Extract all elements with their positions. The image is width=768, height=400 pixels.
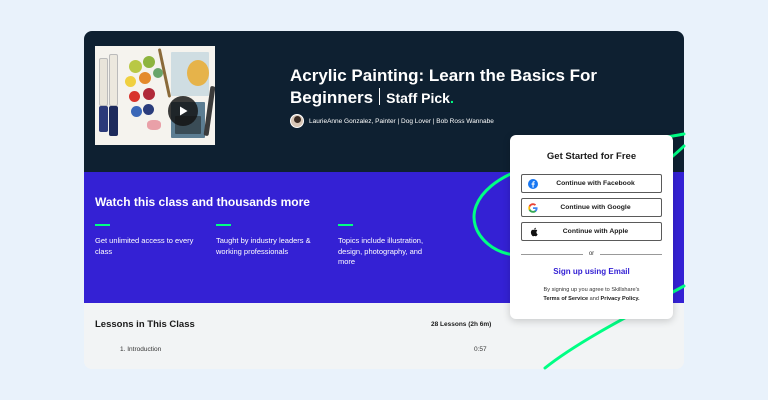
signup-panel: Get Started for Free Continue with Faceb…	[510, 135, 673, 319]
continue-apple-button[interactable]: Continue with Apple	[521, 222, 662, 241]
feature-topics: Topics include illustration, design, pho…	[338, 224, 438, 268]
privacy-policy-link[interactable]: Privacy Policy.	[601, 296, 640, 302]
lessons-title: Lessons in This Class	[95, 319, 195, 330]
terms-and: and	[589, 295, 599, 302]
promo-title: Watch this class and thousands more	[95, 195, 310, 209]
feature-accent-bar	[216, 224, 231, 226]
staff-pick-dot: .	[449, 90, 454, 106]
signup-title: Get Started for Free	[546, 151, 637, 162]
class-thumbnail[interactable]	[95, 46, 215, 145]
terms-prefix: By signing up you agree to Skillshare's	[543, 287, 640, 293]
feature-text: Taught by industry leaders & working pro…	[216, 236, 311, 256]
continue-apple-label: Continue with Apple	[562, 228, 629, 235]
teacher-name[interactable]: LaurieAnne Gonzalez, Painter | Dog Lover…	[309, 118, 494, 125]
feature-accent-bar	[338, 224, 353, 226]
continue-facebook-button[interactable]: Continue with Facebook	[521, 174, 662, 193]
facebook-icon	[528, 179, 538, 189]
class-title: Acrylic Painting: Learn the Basics For B…	[290, 65, 620, 109]
continue-facebook-label: Continue with Facebook	[556, 180, 635, 187]
feature-teachers: Taught by industry leaders & working pro…	[216, 224, 316, 257]
google-icon	[528, 203, 538, 213]
feature-text: Get unlimited access to every class	[95, 236, 194, 256]
lesson-item-duration: 0:57	[474, 346, 487, 353]
feature-unlimited: Get unlimited access to every class	[95, 224, 195, 257]
play-icon[interactable]	[168, 96, 198, 126]
lessons-count: 28 Lessons (2h 6m)	[431, 321, 492, 328]
continue-google-button[interactable]: Continue with Google	[521, 198, 662, 217]
continue-google-label: Continue with Google	[560, 204, 631, 211]
staff-pick-badge: Staff Pick	[386, 90, 450, 106]
terms-of-service-link[interactable]: Terms of Service	[543, 296, 588, 302]
feature-text: Topics include illustration, design, pho…	[338, 236, 424, 266]
signup-email-link[interactable]: Sign up using Email	[510, 267, 673, 276]
divider-line	[521, 253, 583, 255]
teacher-byline[interactable]: LaurieAnne Gonzalez, Painter | Dog Lover…	[290, 114, 494, 128]
teacher-avatar[interactable]	[290, 114, 304, 128]
divider-line	[600, 253, 662, 255]
terms-notice: By signing up you agree to Skillshare's …	[520, 286, 663, 303]
title-separator	[379, 88, 381, 105]
feature-accent-bar	[95, 224, 110, 226]
lesson-item-title[interactable]: 1. Introduction	[120, 346, 161, 353]
apple-icon	[528, 227, 538, 237]
or-text: or	[588, 251, 595, 257]
or-divider: or	[521, 249, 662, 259]
